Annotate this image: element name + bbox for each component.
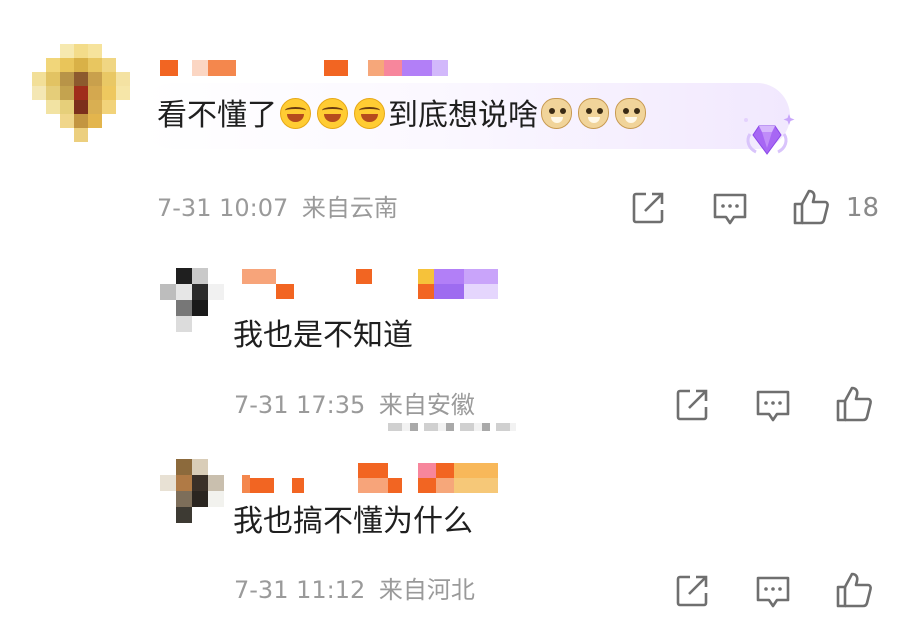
comment-icon[interactable] <box>712 192 748 226</box>
thumbs-up-icon[interactable] <box>835 385 873 423</box>
avatar[interactable] <box>160 459 224 523</box>
comment-meta: 7-31 11:12 来自河北 <box>234 575 475 605</box>
doge-emoji <box>541 98 572 129</box>
comment-meta: 7-31 17:35 来自安徽 <box>234 390 475 420</box>
laugh-emoji <box>280 98 311 129</box>
username-mosaic[interactable] <box>160 60 448 76</box>
comment-text-part: 到底想说啥 <box>388 98 538 133</box>
username-mosaic[interactable] <box>242 269 498 299</box>
thumbs-up-icon[interactable] <box>835 571 873 609</box>
comment-icon[interactable] <box>755 575 791 609</box>
comment-text[interactable]: 我也搞不懂为什么 <box>233 502 473 542</box>
share-icon[interactable] <box>675 388 709 422</box>
comment-location: 来自河北 <box>378 576 475 604</box>
like-count: 18 <box>846 193 880 223</box>
comment-text[interactable]: 看不懂了 到底想说啥 <box>157 96 649 136</box>
share-icon[interactable] <box>631 191 665 225</box>
avatar[interactable] <box>32 44 130 142</box>
comment-meta: 7-31 10:07 来自云南 <box>157 193 398 223</box>
comment-date: 7-31 10:07 <box>157 194 289 222</box>
laugh-emoji <box>317 98 348 129</box>
laugh-emoji <box>354 98 385 129</box>
doge-emoji <box>615 98 646 129</box>
comment-date: 7-31 11:12 <box>234 576 366 604</box>
comment-location: 来自云南 <box>301 194 398 222</box>
username-mosaic[interactable] <box>242 463 498 493</box>
avatar[interactable] <box>160 268 224 332</box>
comment-date: 7-31 17:35 <box>234 391 366 419</box>
pixel-noise <box>388 423 516 431</box>
comment-text[interactable]: 我也是不知道 <box>233 316 413 356</box>
comment-icon[interactable] <box>755 389 791 423</box>
doge-emoji <box>578 98 609 129</box>
purple-gem-badge-icon <box>744 114 795 155</box>
comment-text-part: 看不懂了 <box>157 98 277 133</box>
comment-location: 来自安徽 <box>378 391 475 419</box>
share-icon[interactable] <box>675 574 709 608</box>
thumbs-up-icon[interactable] <box>792 188 830 226</box>
